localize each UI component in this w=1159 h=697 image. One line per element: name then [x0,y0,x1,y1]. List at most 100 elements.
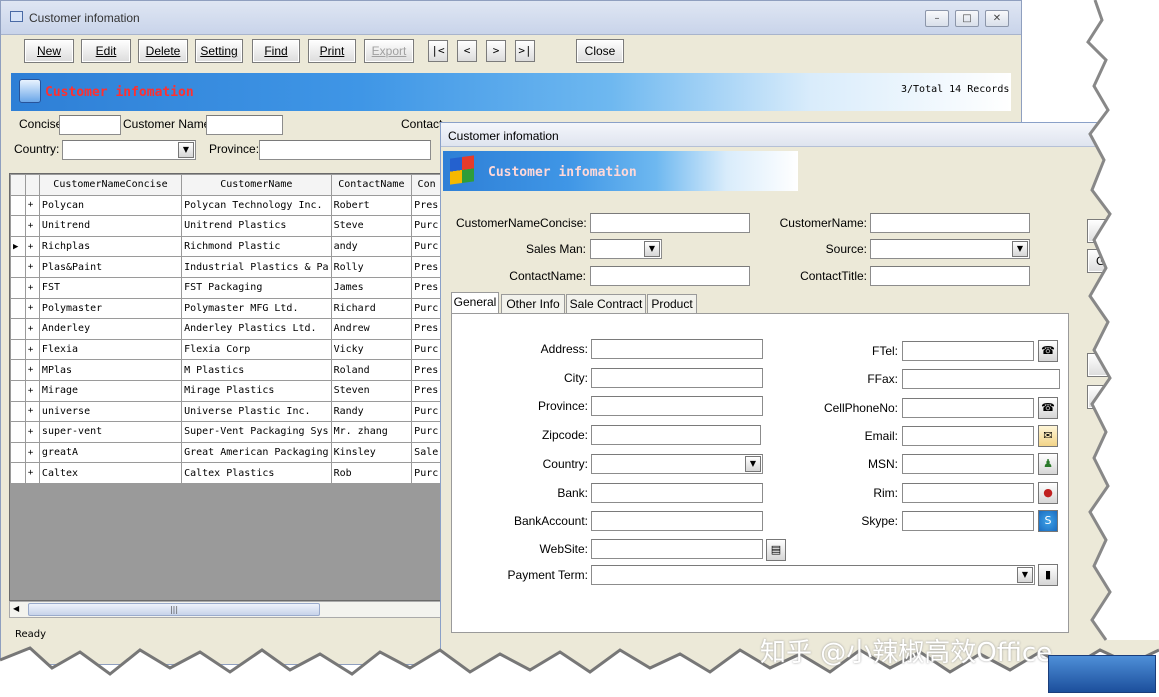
envelope-icon[interactable]: ✉ [1038,425,1058,447]
table-cell[interactable]: Purc [411,400,442,423]
row-selector[interactable] [10,359,26,381]
skype-icon[interactable]: S [1038,510,1058,532]
edit-button[interactable]: Edit [81,39,131,63]
rim-input[interactable] [902,483,1034,503]
table-cell[interactable]: Steven [330,379,413,402]
cellphone-input[interactable] [902,398,1034,418]
table-cell[interactable]: Polycan Technology Inc. [181,194,332,217]
expand-row-icon[interactable]: + [24,421,40,443]
zipcode-input[interactable] [591,425,761,445]
chevron-down-icon[interactable]: ▼ [1012,241,1028,257]
table-cell[interactable]: Richmond Plastic [181,235,332,258]
table-cell[interactable]: Vicky [330,338,413,361]
table-cell[interactable]: Mr. zhang [330,421,413,443]
website-input[interactable] [591,539,763,559]
table-cell[interactable]: Rolly [330,256,413,278]
table-cell[interactable]: Purc [411,338,442,361]
table-row[interactable]: + Polycan Polycan Technology Inc. Robert Pre… [10,194,442,217]
browser-icon[interactable]: ▤ [766,539,786,561]
table-cell[interactable]: Rob [330,462,413,484]
table-cell[interactable]: Pres [411,194,442,217]
table-cell[interactable]: M Plastics [181,359,332,381]
table-cell[interactable]: Industrial Plastics & Pa [181,256,332,278]
expand-row-icon[interactable]: + [24,462,40,484]
expand-row-icon[interactable]: + [24,235,40,258]
country-select[interactable]: ▼ [62,140,196,160]
table-cell[interactable]: Purc [411,215,442,237]
expand-row-icon[interactable]: + [24,400,40,423]
tab-product[interactable]: Product [647,294,697,314]
customer-name-input[interactable] [206,115,283,135]
table-cell[interactable]: Purc [411,235,442,258]
table-cell[interactable]: universe [38,400,183,423]
email-input[interactable] [902,426,1034,446]
table-cell[interactable]: Robert [330,194,413,217]
table-row[interactable]: + Unitrend Unitrend Plastics Steve Purc [10,215,442,237]
phone-icon[interactable]: ☎ [1038,340,1058,362]
table-cell[interactable]: Mirage [38,379,183,402]
table-cell[interactable]: Randy [330,400,413,423]
msn-input[interactable] [902,454,1034,474]
table-row[interactable]: + Plas&Paint Industrial Plastics & Pa Rolly… [10,256,442,278]
table-cell[interactable]: Universe Plastic Inc. [181,400,332,423]
side-button[interactable]: G [1087,249,1127,273]
row-selector[interactable]: ▶ [10,235,26,258]
last-record-button[interactable]: >| [515,40,535,62]
expand-row-icon[interactable]: + [24,194,40,217]
table-cell[interactable]: Polymaster [38,297,183,320]
table-cell[interactable]: Caltex Plastics [181,462,332,484]
expand-row-icon[interactable]: + [24,379,40,402]
delete-button[interactable]: Delete [138,39,188,63]
expand-row-icon[interactable]: + [24,276,40,299]
column-header[interactable]: ContactName [330,174,413,196]
table-cell[interactable]: Sale [411,441,442,464]
table-row[interactable]: ▶ + Richplas Richmond Plastic andy Purc [10,235,442,258]
table-cell[interactable]: Polymaster MFG Ltd. [181,297,332,320]
table-row[interactable]: + MPlas M Plastics Roland Pres [10,359,442,381]
chevron-down-icon[interactable]: ▼ [178,142,194,158]
next-record-button[interactable]: > [486,40,506,62]
table-cell[interactable]: greatA [38,441,183,464]
tab-sale-contract[interactable]: Sale Contract [566,294,646,314]
expand-row-icon[interactable]: + [24,441,40,464]
close-window-button[interactable]: ✕ [985,10,1009,27]
table-cell[interactable]: Mirage Plastics [181,379,332,402]
contact-name-input[interactable] [590,266,750,286]
print-button[interactable]: Print [308,39,356,63]
source-select[interactable]: ▼ [870,239,1030,259]
table-cell[interactable]: Roland [330,359,413,381]
payment-term-select[interactable]: ▼ [591,565,1035,585]
chevron-down-icon[interactable]: ▼ [745,456,761,472]
bank-input[interactable] [591,483,763,503]
concise-input[interactable] [59,115,121,135]
table-cell[interactable]: Plas&Paint [38,256,183,278]
country-select[interactable]: ▼ [591,454,763,474]
table-row[interactable]: + super-vent Super-Vent Packaging Sys Mr. z… [10,421,442,443]
row-selector[interactable] [10,400,26,423]
prev-record-button[interactable]: < [457,40,477,62]
horizontal-scrollbar[interactable]: ◀ ||| [9,601,443,618]
city-input[interactable] [591,368,763,388]
row-selector[interactable] [10,276,26,299]
table-cell[interactable]: Unitrend Plastics [181,215,332,237]
minimize-button[interactable]: – [925,10,949,27]
table-row[interactable]: + Flexia Flexia Corp Vicky Purc [10,338,442,361]
scroll-left-icon[interactable]: ◀ [13,604,19,613]
table-cell[interactable]: Andrew [330,318,413,340]
column-header[interactable]: CustomerName [181,174,332,196]
scroll-thumb[interactable]: ||| [28,603,320,616]
first-record-button[interactable]: |< [428,40,448,62]
row-selector[interactable] [10,421,26,443]
table-cell[interactable]: Flexia Corp [181,338,332,361]
table-cell[interactable]: Purc [411,297,442,320]
table-cell[interactable]: super-vent [38,421,183,443]
table-cell[interactable]: andy [330,235,413,258]
ftel-input[interactable] [902,341,1034,361]
table-cell[interactable]: Pres [411,379,442,402]
chevron-down-icon[interactable]: ▼ [1017,567,1033,583]
contact-title-input[interactable] [870,266,1030,286]
row-selector[interactable] [10,318,26,340]
expand-row-icon[interactable]: + [24,318,40,340]
table-cell[interactable]: Anderley [38,318,183,340]
expand-row-icon[interactable]: + [24,215,40,237]
